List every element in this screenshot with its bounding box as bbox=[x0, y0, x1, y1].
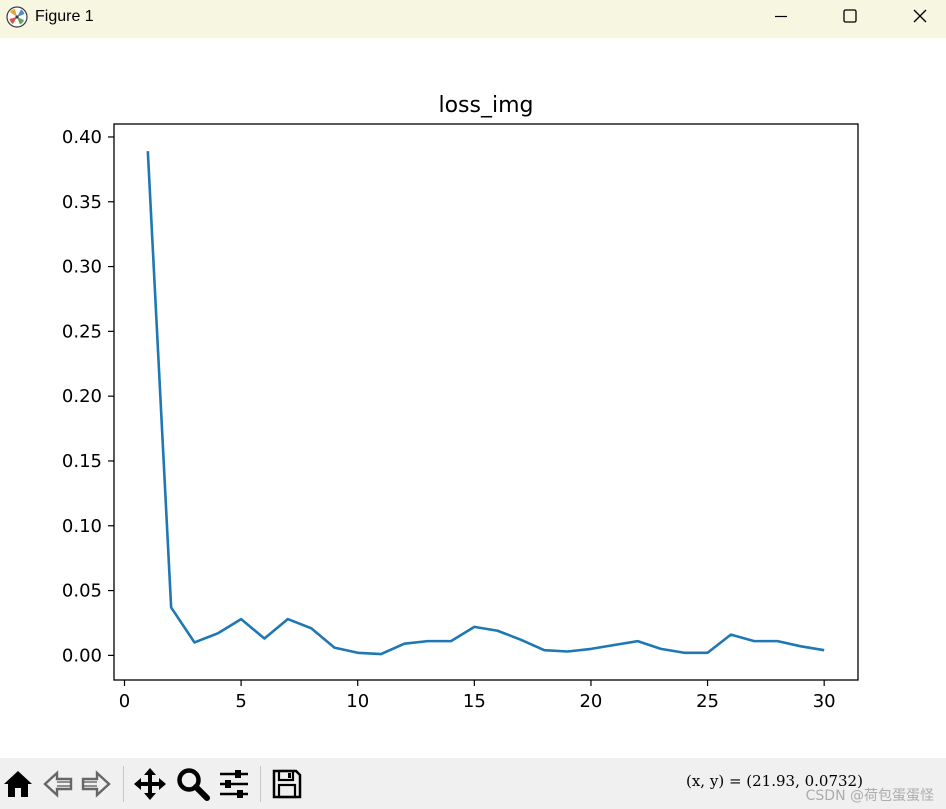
x-tick-label: 0 bbox=[119, 691, 130, 712]
y-tick-label: 0.05 bbox=[62, 581, 102, 602]
minimize-icon bbox=[775, 15, 787, 18]
y-tick-label: 0.30 bbox=[62, 257, 102, 278]
zoom-button[interactable] bbox=[175, 766, 211, 802]
pan-button[interactable] bbox=[132, 766, 168, 802]
x-tick-label: 25 bbox=[696, 691, 719, 712]
toolbar-separator bbox=[123, 766, 124, 802]
x-tick-label: 10 bbox=[346, 691, 369, 712]
configure-subplots-button[interactable] bbox=[216, 766, 252, 802]
y-tick-label: 0.15 bbox=[62, 451, 102, 472]
magnifier-icon bbox=[177, 768, 210, 801]
home-icon bbox=[4, 771, 32, 797]
forward-button[interactable] bbox=[78, 766, 114, 802]
minimize-button[interactable] bbox=[758, 0, 804, 32]
watermark: CSDN @荷包蛋蛋怪 bbox=[805, 788, 934, 804]
loss-series-line bbox=[146, 151, 825, 656]
axes-frame bbox=[113, 123, 859, 681]
x-tick-label: 15 bbox=[463, 691, 486, 712]
arrow-right-icon bbox=[81, 770, 111, 798]
toolbar-separator bbox=[260, 766, 261, 802]
figure-window: Figure 1 loss_img 0 5 10 15 20 25 30 0.00 0.05 0.… bbox=[0, 0, 946, 809]
navigation-toolbar: (x, y) = (21.93, 0.0732) CSDN @荷包蛋蛋怪 bbox=[0, 758, 946, 809]
y-tick-label: 0.25 bbox=[62, 321, 102, 342]
arrow-left-icon bbox=[43, 770, 73, 798]
back-button[interactable] bbox=[40, 766, 76, 802]
figure-canvas[interactable]: loss_img 0 5 10 15 20 25 30 0.00 0.05 0.10 0.15 0.2… bbox=[0, 38, 946, 758]
x-tick-label: 30 bbox=[813, 691, 836, 712]
move-icon bbox=[134, 768, 166, 800]
y-tick-label: 0.00 bbox=[62, 645, 102, 666]
sliders-icon bbox=[220, 770, 248, 798]
matplotlib-logo-icon bbox=[6, 6, 28, 28]
x-tick-label: 20 bbox=[579, 691, 602, 712]
window-title: Figure 1 bbox=[35, 8, 94, 25]
y-tick-label: 0.20 bbox=[62, 386, 102, 407]
y-tick-label: 0.10 bbox=[62, 516, 102, 537]
maximize-icon bbox=[843, 9, 857, 23]
close-button[interactable] bbox=[897, 0, 943, 32]
home-button[interactable] bbox=[0, 766, 36, 802]
loss-chart[interactable]: loss_img 0 5 10 15 20 25 30 0.00 0.05 0.10 0.15 0.2… bbox=[0, 38, 946, 758]
save-button[interactable] bbox=[269, 766, 305, 802]
floppy-disk-icon bbox=[272, 769, 302, 799]
x-tick-label: 5 bbox=[235, 691, 246, 712]
chart-title: loss_img bbox=[438, 93, 533, 118]
y-tick-label: 0.35 bbox=[62, 192, 102, 213]
title-bar[interactable]: Figure 1 bbox=[0, 0, 946, 38]
close-icon bbox=[913, 9, 927, 23]
y-tick-label: 0.40 bbox=[62, 127, 102, 148]
maximize-button[interactable] bbox=[827, 0, 873, 32]
